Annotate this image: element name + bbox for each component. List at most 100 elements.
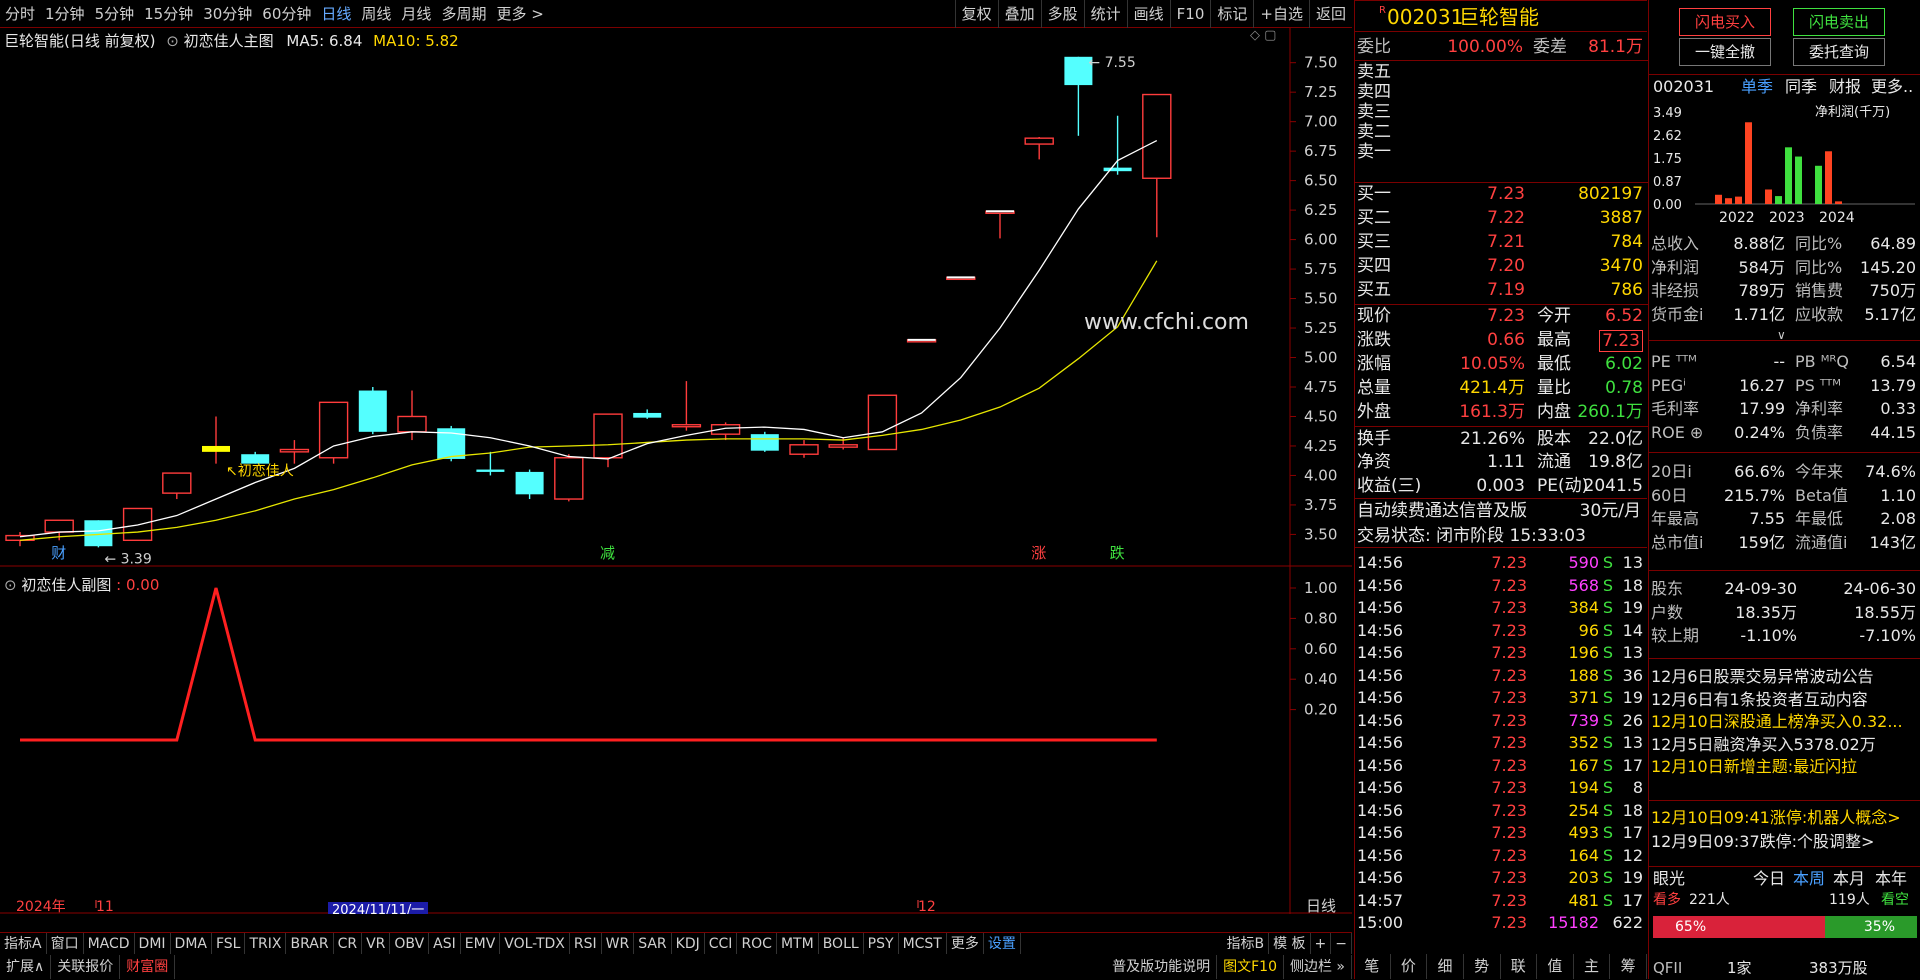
tool-button-0[interactable]: 复权 <box>954 0 998 28</box>
candle-body[interactable] <box>476 469 505 472</box>
candle-body[interactable] <box>318 401 349 459</box>
bottom-link-0[interactable]: 扩展∧ <box>0 955 52 979</box>
indicator-tab-14[interactable]: RSI <box>570 933 602 954</box>
buy-level-row[interactable]: 买四 7.20 3470 <box>1355 254 1647 278</box>
tool-button-8[interactable]: 返回 <box>1308 0 1352 28</box>
tool-button-4[interactable]: 画线 <box>1126 0 1170 28</box>
event-marker[interactable]: 财 <box>51 544 66 562</box>
tool-button-3[interactable]: 统计 <box>1083 0 1127 28</box>
chart-window-controls[interactable]: ◇ ▢ <box>1250 28 1276 43</box>
period-tab-4[interactable]: 30分钟 <box>198 0 257 28</box>
period-tab-5[interactable]: 60分钟 <box>257 0 316 28</box>
bottom-right-link-0[interactable]: 普及版功能说明 <box>1106 955 1218 979</box>
profit-bar[interactable] <box>1715 194 1722 204</box>
news-text[interactable]: 12月6日有1条投资者互动内容 <box>1651 688 1868 712</box>
period-tab-7[interactable]: 周线 <box>356 0 396 28</box>
period-tab-6[interactable]: 日线 <box>316 0 356 28</box>
tab-more[interactable]: 更多.. <box>1871 75 1913 99</box>
profit-bar[interactable] <box>1835 201 1842 204</box>
indicator-right-tab-3[interactable]: − <box>1331 933 1352 954</box>
news-item[interactable]: 12月6日股票交易异常波动公告 <box>1649 665 1920 689</box>
sentiment-bar[interactable]: 65% 35% <box>1653 916 1917 938</box>
indicator-tab-0[interactable]: 指标A <box>0 933 47 954</box>
tool-button-7[interactable]: +自选 <box>1253 0 1309 28</box>
news-item[interactable]: 12月9日09:37跌停:个股调整> <box>1649 830 1920 854</box>
quote-tab-1[interactable]: 价 <box>1391 954 1428 979</box>
profit-bar[interactable] <box>1745 122 1752 204</box>
sub-indicator-toggle-icon[interactable]: ⊙ <box>4 576 17 594</box>
indicator-toggle-icon[interactable]: ⊙ <box>166 32 179 50</box>
quote-tab-2[interactable]: 细 <box>1427 954 1464 979</box>
flash-buy-button[interactable]: 闪电买入 <box>1679 8 1771 36</box>
news-item[interactable]: 12月10日09:41涨停:机器人概念> <box>1649 806 1920 830</box>
candle-body[interactable] <box>358 390 387 432</box>
period-tab-9[interactable]: 多周期 <box>436 0 491 28</box>
period-tab-0[interactable]: 分时 <box>0 0 40 28</box>
profit-bar[interactable] <box>1735 196 1742 204</box>
indicator-right-tab-0[interactable]: 指标B <box>1222 933 1270 954</box>
candle-body[interactable] <box>593 413 623 459</box>
candle-body[interactable] <box>554 457 584 500</box>
candle-body[interactable] <box>867 394 898 451</box>
indicator-tab-20[interactable]: MTM <box>777 933 819 954</box>
candle-body[interactable] <box>1103 167 1132 172</box>
period-tab-10[interactable]: 更多 > <box>491 0 548 28</box>
indicator-tab-18[interactable]: CCI <box>705 933 738 954</box>
news-text[interactable]: 12月10日深股通上榜净买入0.32... <box>1651 710 1903 734</box>
indicator-tab-15[interactable]: WR <box>602 933 635 954</box>
candle-body[interactable] <box>202 445 230 452</box>
news-text[interactable]: 12月6日股票交易异常波动公告 <box>1651 665 1874 689</box>
indicator-tab-13[interactable]: VOL-TDX <box>500 933 570 954</box>
candle-body[interactable] <box>44 519 74 533</box>
buy-level-row[interactable]: 买五 7.19 786 <box>1355 278 1647 302</box>
period-tab-2[interactable]: 5分钟 <box>90 0 140 28</box>
tool-button-1[interactable]: 叠加 <box>997 0 1041 28</box>
period-tab-1[interactable]: 1分钟 <box>40 0 90 28</box>
profit-bar[interactable] <box>1785 147 1792 204</box>
event-marker[interactable]: 减 <box>600 544 615 562</box>
candle-body[interactable] <box>397 415 427 433</box>
bottom-right-link-2[interactable]: 侧边栏 » <box>1284 955 1352 979</box>
bottom-link-2[interactable]: 财富圈 <box>120 955 176 979</box>
quote-tab-3[interactable]: 势 <box>1464 954 1501 979</box>
buy-level-row[interactable]: 买二 7.22 3887 <box>1355 206 1647 230</box>
bottom-right-link-1[interactable]: 图文F10 <box>1217 955 1284 979</box>
quote-tab-7[interactable]: 筹 <box>1610 954 1647 979</box>
indicator-tab-23[interactable]: MCST <box>899 933 947 954</box>
tool-button-5[interactable]: F10 <box>1169 0 1211 28</box>
indicator-tab-1[interactable]: 窗口 <box>47 933 84 954</box>
indicator-tab-2[interactable]: MACD <box>84 933 135 954</box>
quote-tab-6[interactable]: 主 <box>1574 954 1611 979</box>
candle-body[interactable] <box>162 472 192 494</box>
indicator-tab-12[interactable]: EMV <box>461 933 501 954</box>
indicator-tab-9[interactable]: VR <box>362 933 391 954</box>
quote-tab-5[interactable]: 值 <box>1537 954 1574 979</box>
bottom-link-1[interactable]: 关联报价 <box>51 955 121 979</box>
news-item[interactable]: 12月6日有1条投资者互动内容 <box>1649 688 1920 712</box>
main-indicator-name[interactable]: 初恋佳人主图 <box>184 32 274 50</box>
tool-button-6[interactable]: 标记 <box>1210 0 1253 28</box>
indicator-tab-4[interactable]: DMA <box>171 933 212 954</box>
candle-body[interactable] <box>671 424 702 428</box>
indicator-tab-21[interactable]: BOLL <box>819 933 864 954</box>
candle-body[interactable] <box>633 412 662 418</box>
ad-price[interactable]: 30元/月 <box>1580 499 1641 523</box>
event-marker[interactable]: 涨 <box>1031 544 1046 562</box>
news-text[interactable]: 12月10日新增主题:最近闪拉 <box>1651 755 1857 779</box>
sub-chart-title[interactable]: 初恋佳人副图 <box>21 576 111 594</box>
news-item[interactable]: 12月5日融资净买入5378.02万 <box>1649 733 1920 757</box>
quote-tab-0[interactable]: 笔 <box>1354 954 1391 979</box>
news-text[interactable]: 12月9日09:37跌停:个股调整> <box>1651 830 1874 854</box>
cancel-all-button[interactable]: 一键全撤 <box>1679 38 1771 66</box>
indicator-tab-17[interactable]: KDJ <box>672 933 705 954</box>
candle-body[interactable] <box>828 444 858 448</box>
ad-text[interactable]: 自动续费通达信普及版 <box>1357 499 1527 523</box>
tab-same-quarter[interactable]: 同季 <box>1785 75 1817 99</box>
kline-chart-area[interactable]: 7.50 7.25 7.00 6.75 6.50 6.25 6.00 5.75 5.50 5.25… <box>0 28 1352 918</box>
news-item[interactable]: 12月10日新增主题:最近闪拉 <box>1649 755 1920 779</box>
indicator-tab-5[interactable]: FSL <box>212 933 246 954</box>
news-item[interactable]: 12月10日深股通上榜净买入0.32... <box>1649 710 1920 734</box>
event-marker[interactable]: 跌 <box>1110 544 1125 562</box>
tab-report[interactable]: 财报 <box>1829 75 1861 99</box>
profit-bar[interactable] <box>1775 196 1782 204</box>
